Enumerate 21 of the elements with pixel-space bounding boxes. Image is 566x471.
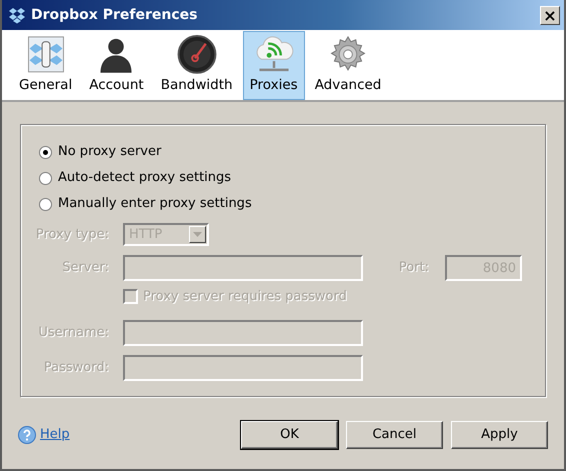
radio-label: Auto-detect proxy settings xyxy=(58,169,232,188)
toolbar-tab[interactable]: General xyxy=(12,31,80,100)
radio-button[interactable] xyxy=(39,172,52,184)
radio-button[interactable] xyxy=(39,146,52,158)
dialog-button[interactable]: Apply xyxy=(451,421,548,449)
toolbar-tab[interactable]: Bandwidth xyxy=(154,31,240,100)
radio-label: No proxy server xyxy=(58,143,162,162)
toolbar-tab[interactable]: Advanced xyxy=(308,31,388,100)
help-link[interactable]: Help xyxy=(40,425,70,445)
caret-icon xyxy=(193,232,202,237)
toolbar-tab[interactable]: Account xyxy=(82,31,151,100)
dialog-button[interactable]: OK xyxy=(241,421,338,449)
radio-button[interactable] xyxy=(39,198,52,210)
dropbox-logo-icon xyxy=(8,6,26,24)
gauge-icon xyxy=(176,34,218,75)
toolbar-tab[interactable]: Proxies xyxy=(242,31,305,100)
window-title: Dropbox Preferences xyxy=(31,6,198,24)
dialog-button[interactable]: Cancel xyxy=(346,421,443,449)
help-icon xyxy=(18,426,36,444)
radio-label: Manually enter proxy settings xyxy=(58,195,252,214)
close-button[interactable]: × xyxy=(540,6,560,24)
